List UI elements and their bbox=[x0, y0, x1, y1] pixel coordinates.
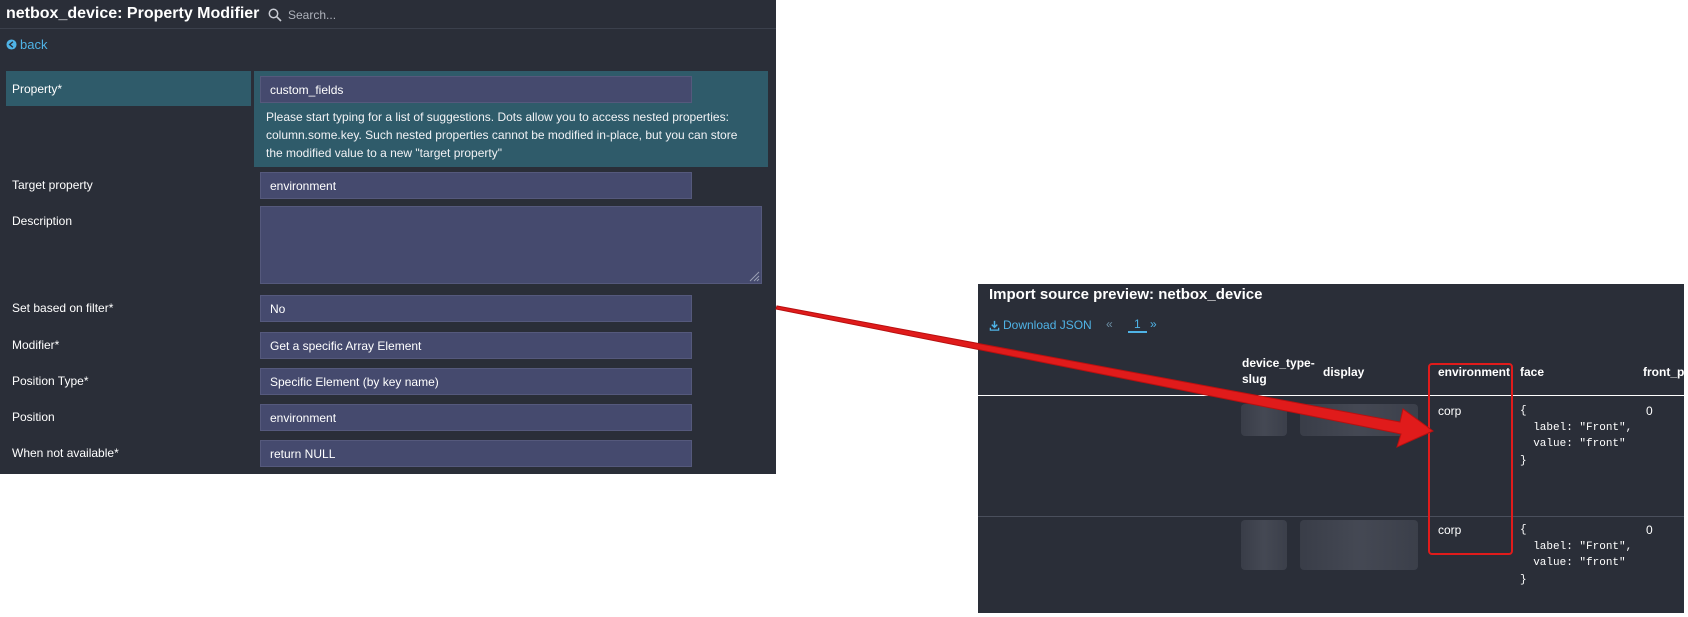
front-p-cell: 0 bbox=[1646, 523, 1653, 537]
set-based-on-filter-label: Set based on filter* bbox=[12, 301, 114, 315]
position-input[interactable] bbox=[260, 404, 692, 431]
column-header-front-p[interactable]: front_p bbox=[1643, 364, 1684, 380]
row-divider bbox=[978, 516, 1684, 517]
search-input[interactable] bbox=[288, 5, 488, 25]
modifier-select[interactable] bbox=[260, 332, 692, 359]
property-label: Property* bbox=[12, 82, 63, 96]
when-not-available-select[interactable] bbox=[260, 440, 692, 467]
header-divider bbox=[978, 395, 1684, 396]
download-json-label: Download JSON bbox=[1003, 318, 1092, 332]
page-title: netbox_device: Property Modifier bbox=[6, 5, 260, 22]
property-input[interactable] bbox=[260, 76, 692, 103]
download-json-link[interactable]: Download JSON bbox=[989, 318, 1092, 332]
column-header-face[interactable]: face bbox=[1520, 364, 1544, 380]
column-header-device-type-slug[interactable]: device_type-slug bbox=[1242, 355, 1322, 387]
position-label: Position bbox=[12, 410, 55, 424]
when-not-available-label: When not available* bbox=[12, 446, 119, 460]
column-header-display[interactable]: display bbox=[1323, 364, 1364, 380]
front-p-cell: 0 bbox=[1646, 404, 1653, 418]
property-modifier-panel: netbox_device: Property Modifier back Pr… bbox=[0, 0, 776, 474]
back-label: back bbox=[20, 37, 48, 52]
blurred-cell bbox=[1300, 520, 1418, 570]
target-property-label: Target property bbox=[12, 178, 93, 192]
pager-next-button[interactable]: » bbox=[1150, 317, 1157, 331]
pager-page-1[interactable]: 1 bbox=[1128, 317, 1147, 333]
resize-grip-icon[interactable] bbox=[748, 270, 760, 282]
position-type-label: Position Type* bbox=[12, 374, 89, 388]
description-label: Description bbox=[12, 214, 73, 228]
set-based-on-filter-select[interactable] bbox=[260, 295, 692, 322]
search-icon bbox=[268, 8, 282, 22]
description-textarea[interactable] bbox=[260, 206, 762, 284]
face-cell: { label: "Front", value: "front" } bbox=[1520, 405, 1633, 467]
top-bar: netbox_device: Property Modifier bbox=[0, 0, 776, 29]
position-type-select[interactable] bbox=[260, 368, 692, 395]
modifier-label: Modifier* bbox=[12, 338, 60, 352]
annotation-highlight-box bbox=[1428, 363, 1513, 555]
face-cell: { label: "Front", value: "front" } bbox=[1520, 524, 1633, 586]
arrow-left-icon bbox=[6, 39, 17, 50]
download-icon bbox=[989, 320, 1000, 331]
blurred-cell bbox=[1241, 404, 1287, 436]
preview-title: Import source preview: netbox_device bbox=[989, 286, 1263, 303]
back-link[interactable]: back bbox=[6, 37, 47, 52]
blurred-cell bbox=[1241, 520, 1287, 570]
pager-prev-button[interactable]: « bbox=[1106, 317, 1113, 331]
blurred-cell bbox=[1300, 404, 1418, 436]
target-property-input[interactable] bbox=[260, 172, 692, 199]
property-hint: Please start typing for a list of sugges… bbox=[266, 110, 738, 160]
import-source-preview-panel: Import source preview: netbox_device Dow… bbox=[978, 284, 1684, 613]
